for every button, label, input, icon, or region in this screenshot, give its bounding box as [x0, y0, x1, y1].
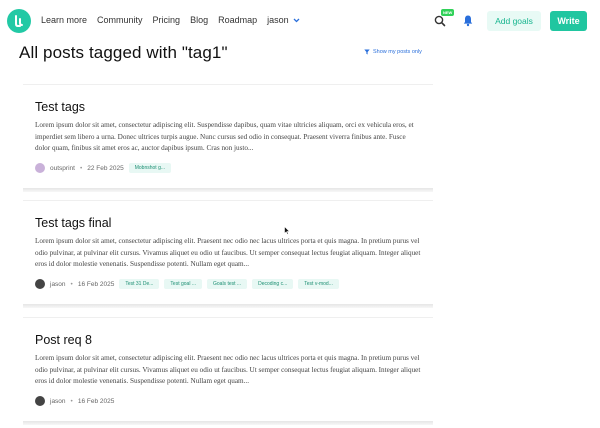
- chevron-down-icon: [293, 18, 300, 22]
- search-icon[interactable]: [433, 14, 447, 28]
- add-goals-button[interactable]: Add goals: [487, 11, 541, 31]
- filter-icon: [364, 49, 370, 55]
- nav-pricing[interactable]: Pricing: [153, 15, 181, 25]
- nav-roadmap[interactable]: Roadmap: [218, 15, 257, 25]
- avatar[interactable]: [35, 279, 45, 289]
- page-title: All posts tagged with "tag1": [19, 43, 228, 62]
- nav-learn-more[interactable]: Learn more: [41, 15, 87, 25]
- nav-blog[interactable]: Blog: [190, 15, 208, 25]
- post-tag[interactable]: Test goal ...: [164, 279, 202, 289]
- new-badge: NEW: [441, 9, 455, 16]
- nav-community[interactable]: Community: [97, 15, 143, 25]
- post-excerpt: Lorem ipsum dolor sit amet, consectetur …: [35, 121, 414, 152]
- post-card[interactable]: Test tags final Lorem ipsum dolor sit am…: [23, 200, 433, 308]
- post-meta: jason • 16 Feb 2025 Test 31 De... Test g…: [35, 279, 339, 289]
- post-card[interactable]: Post req 8 Lorem ipsum dolor sit amet, c…: [23, 317, 433, 425]
- post-excerpt: Lorem ipsum dolor sit amet, consectetur …: [35, 354, 421, 385]
- post-title[interactable]: Test tags: [35, 100, 85, 114]
- mouse-cursor-icon: [284, 226, 290, 235]
- post-author[interactable]: outsprint: [50, 165, 75, 172]
- post-title[interactable]: Test tags final: [35, 216, 111, 230]
- post-date: 16 Feb 2025: [77, 280, 115, 288]
- post-date: 22 Feb 2025: [87, 164, 124, 172]
- separator-dot: •: [70, 280, 73, 288]
- write-button[interactable]: Write: [550, 11, 587, 31]
- top-navigation-bar: Learn more Community Pricing Blog Roadma…: [0, 0, 600, 42]
- show-my-posts-filter[interactable]: Show my posts only: [364, 49, 422, 55]
- post-author[interactable]: jason: [50, 398, 66, 405]
- separator-dot: •: [79, 164, 83, 172]
- post-card[interactable]: Test tags Lorem ipsum dolor sit amet, co…: [23, 84, 433, 192]
- post-tag[interactable]: Mobnshot g...: [128, 163, 172, 173]
- separator-dot: •: [70, 397, 73, 405]
- post-tag[interactable]: Decoding c...: [252, 279, 294, 289]
- user-menu[interactable]: jason: [267, 15, 300, 25]
- post-tag[interactable]: Test 31 De...: [119, 279, 160, 289]
- post-tag[interactable]: Test v-mod...: [298, 279, 339, 289]
- post-date: 16 Feb 2025: [77, 397, 115, 405]
- main-nav: Learn more Community Pricing Blog Roadma…: [41, 15, 300, 25]
- avatar[interactable]: [35, 163, 45, 173]
- post-meta: outsprint • 22 Feb 2025 Mobnshot g...: [35, 163, 172, 173]
- post-author[interactable]: jason: [50, 281, 66, 288]
- bell-icon[interactable]: [462, 14, 474, 27]
- post-excerpt: Lorem ipsum dolor sit amet, consectetur …: [35, 237, 421, 268]
- post-meta: jason • 16 Feb 2025: [35, 396, 114, 406]
- user-name: jason: [267, 15, 289, 25]
- post-title[interactable]: Post req 8: [35, 333, 92, 347]
- avatar[interactable]: [35, 396, 45, 406]
- logo-icon[interactable]: [7, 9, 31, 33]
- post-tag[interactable]: Goals test ...: [207, 279, 248, 289]
- filter-label: Show my posts only: [373, 49, 422, 55]
